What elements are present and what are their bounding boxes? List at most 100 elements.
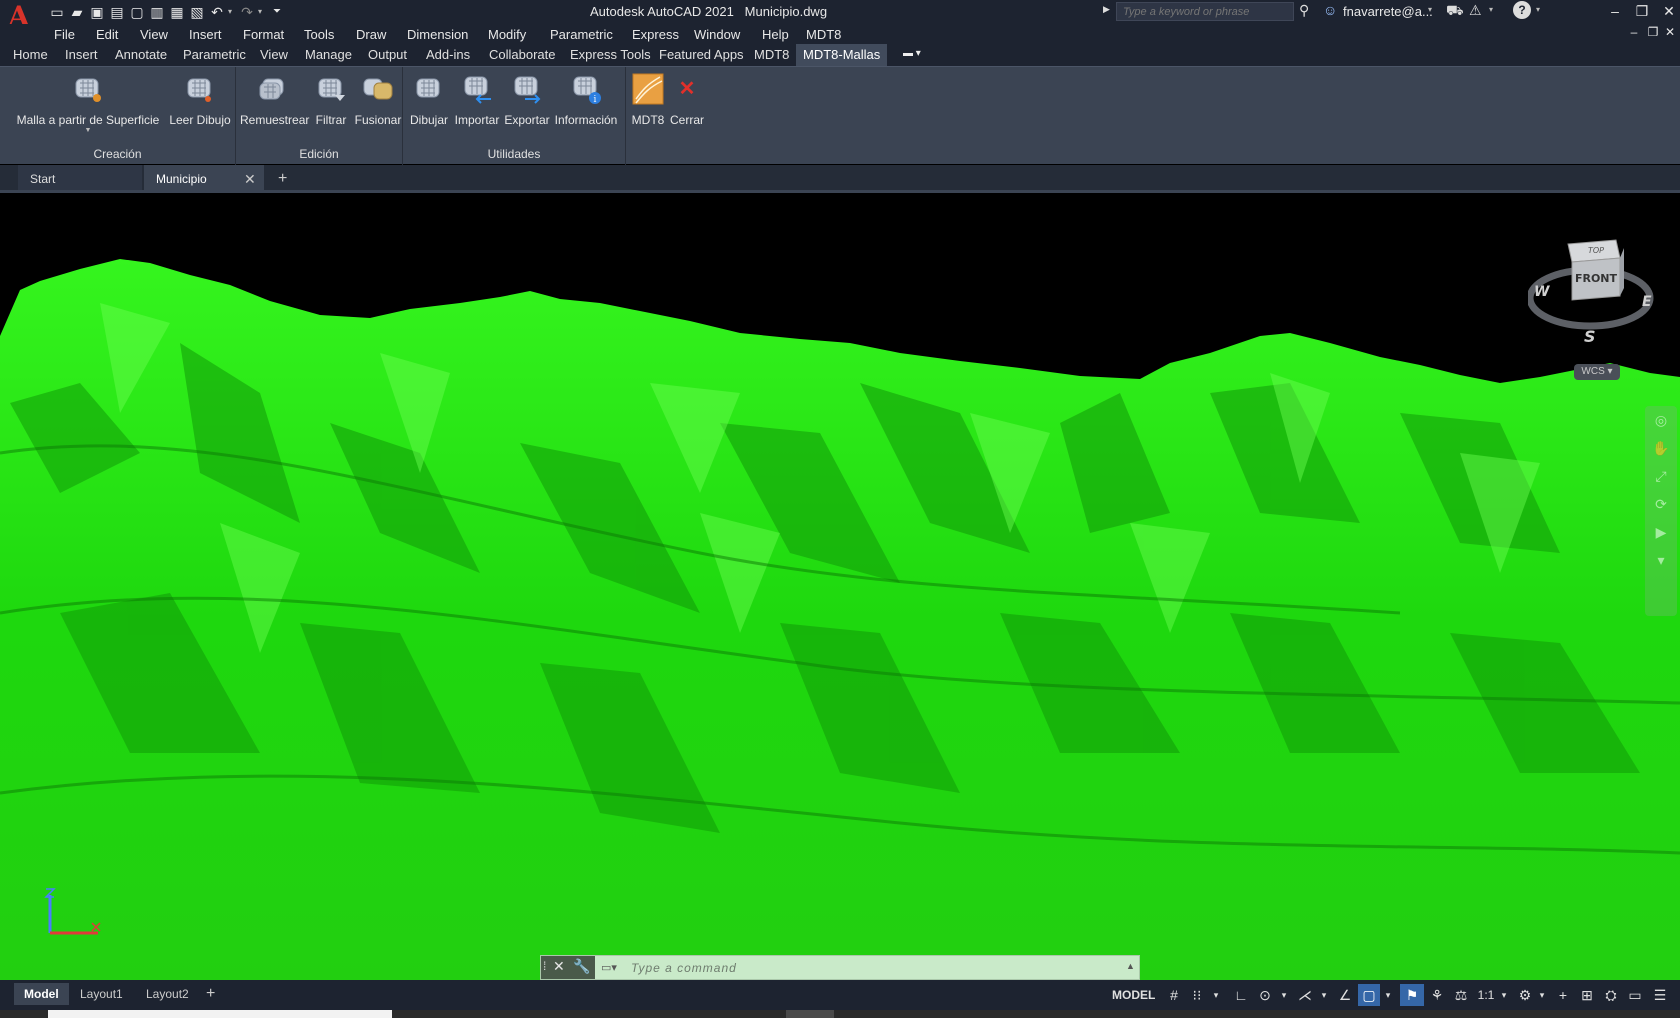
- close-tab-icon[interactable]: ✕: [244, 171, 256, 188]
- menu-draw[interactable]: Draw: [356, 27, 386, 42]
- undo-dropdown-icon[interactable]: ▾: [228, 3, 236, 21]
- save-web-icon[interactable]: ▥: [148, 3, 166, 21]
- menu-tools[interactable]: Tools: [304, 27, 334, 42]
- grid-icon[interactable]: #: [1164, 984, 1184, 1006]
- command-expand-icon[interactable]: ▲: [1126, 961, 1135, 971]
- tab-parametric[interactable]: Parametric: [176, 44, 253, 66]
- orbit-icon[interactable]: ⟳: [1645, 490, 1677, 518]
- open-web-icon[interactable]: ▢: [128, 3, 146, 21]
- add-layout-icon[interactable]: +: [206, 983, 215, 1005]
- graphics-performance-icon[interactable]: ⛭: [1600, 984, 1622, 1006]
- zoom-extents-icon[interactable]: ⤢: [1645, 462, 1677, 490]
- tab-annotate[interactable]: Annotate: [108, 44, 174, 66]
- os-taskbar-search[interactable]: [48, 1010, 392, 1018]
- workspace-gear-icon[interactable]: ⚙: [1514, 984, 1536, 1006]
- open-folder-icon[interactable]: ▰: [68, 3, 86, 21]
- isolate-objects-icon[interactable]: ⊞: [1576, 984, 1598, 1006]
- snap-icon[interactable]: ⁝⁝: [1186, 984, 1208, 1006]
- tab-insert[interactable]: Insert: [58, 44, 105, 66]
- menu-parametric[interactable]: Parametric: [550, 27, 613, 42]
- help-dropdown-icon[interactable]: ▾: [1536, 5, 1540, 14]
- ribbon-minimize-icon[interactable]: ▬ ▾: [903, 48, 929, 62]
- dibujar-button[interactable]: Dibujar: [407, 73, 451, 127]
- new-tab-icon[interactable]: +: [278, 170, 287, 188]
- annotation-monitor-icon[interactable]: +: [1552, 984, 1574, 1006]
- clean-screen-icon[interactable]: ▭: [1624, 984, 1646, 1006]
- object-snap-dropdown-icon[interactable]: ▾: [1382, 984, 1394, 1006]
- customize-qat-icon[interactable]: ⏷: [268, 3, 286, 21]
- showmotion-icon[interactable]: ▶: [1645, 518, 1677, 546]
- panel-title-utilidades[interactable]: Utilidades: [403, 147, 625, 161]
- model-space-toggle[interactable]: MODEL: [1112, 984, 1155, 1006]
- exportar-button[interactable]: Exportar: [503, 73, 551, 127]
- print-icon[interactable]: ▧: [188, 3, 206, 21]
- customization-menu-icon[interactable]: ☰: [1648, 984, 1672, 1006]
- grip-icon[interactable]: ⁞: [543, 959, 546, 973]
- wcs-menu[interactable]: WCS ▾: [1574, 364, 1620, 380]
- mdt8-button[interactable]: MDT8: [628, 73, 668, 127]
- tab-mdt8-mallas[interactable]: MDT8-Mallas: [796, 44, 888, 66]
- layout-tab-model[interactable]: Model: [14, 983, 69, 1005]
- user-dropdown-icon[interactable]: ▾: [1428, 5, 1432, 14]
- snap-dropdown-icon[interactable]: ▾: [1210, 984, 1222, 1006]
- command-line-handle[interactable]: ⁞ ✕ 🔧: [541, 956, 595, 979]
- doc-minimize-icon[interactable]: –: [1626, 24, 1642, 40]
- save-as-icon[interactable]: ▤: [108, 3, 126, 21]
- tab-add-ins[interactable]: Add-ins: [419, 44, 477, 66]
- layout-tab-layout2[interactable]: Layout2: [136, 983, 199, 1005]
- menu-insert[interactable]: Insert: [189, 27, 222, 42]
- isodraft-dropdown-icon[interactable]: ▾: [1318, 984, 1330, 1006]
- compass-west-label[interactable]: W: [1534, 284, 1550, 300]
- user-name[interactable]: fnavarrete@a...: [1343, 4, 1433, 19]
- menu-help[interactable]: Help: [762, 27, 789, 42]
- plot-icon[interactable]: ▦: [168, 3, 186, 21]
- importar-button[interactable]: Importar: [453, 73, 501, 127]
- scale-value[interactable]: 1:1: [1474, 984, 1498, 1006]
- menu-modify[interactable]: Modify: [488, 27, 526, 42]
- search-expand-icon[interactable]: ▶: [1103, 4, 1110, 15]
- cart-icon[interactable]: ⛟: [1446, 2, 1464, 21]
- filtrar-button[interactable]: Filtrar: [310, 73, 352, 127]
- workspace-dropdown-icon[interactable]: ▾: [1536, 984, 1548, 1006]
- tab-featured-apps[interactable]: Featured Apps: [652, 44, 751, 66]
- object-snap-tracking-icon[interactable]: ∠: [1334, 984, 1356, 1006]
- viewcube-front-label[interactable]: FRONT: [1575, 272, 1618, 285]
- tab-manage[interactable]: Manage: [298, 44, 359, 66]
- compass-south-label[interactable]: S: [1584, 327, 1596, 346]
- minimize-icon[interactable]: –: [1605, 1, 1625, 21]
- doc-restore-icon[interactable]: ❐: [1645, 24, 1661, 40]
- menu-view[interactable]: View: [140, 27, 168, 42]
- tab-output[interactable]: Output: [361, 44, 414, 66]
- user-icon[interactable]: ☺: [1323, 2, 1337, 18]
- redo-dropdown-icon[interactable]: ▾: [258, 3, 266, 21]
- autodesk-app-icon[interactable]: ⚠: [1469, 2, 1482, 19]
- command-close-icon[interactable]: ✕: [553, 958, 565, 975]
- tab-home[interactable]: Home: [6, 44, 55, 66]
- panel-title-edicion[interactable]: Edición: [236, 147, 402, 161]
- viewcube-top-label[interactable]: TOP: [1588, 246, 1604, 255]
- chevron-down-icon[interactable]: ▼: [14, 127, 162, 134]
- polar-icon[interactable]: ⊙: [1254, 984, 1276, 1006]
- tab-view[interactable]: View: [253, 44, 295, 66]
- auto-scale-icon[interactable]: ⚘: [1426, 984, 1448, 1006]
- menu-mdt8[interactable]: MDT8: [806, 27, 841, 42]
- undo-icon[interactable]: ↶: [208, 3, 226, 21]
- isodraft-icon[interactable]: ⋌: [1294, 984, 1316, 1006]
- panel-title-creacion[interactable]: Creación: [0, 147, 235, 161]
- autodesk-app-dropdown-icon[interactable]: ▾: [1489, 5, 1493, 14]
- menu-express[interactable]: Express: [632, 27, 679, 42]
- malla-superficie-button[interactable]: Malla a partir de Superficie ▼: [14, 73, 162, 134]
- os-taskbar-app[interactable]: [786, 1010, 834, 1018]
- compass-east-label[interactable]: E: [1642, 294, 1652, 310]
- menu-edit[interactable]: Edit: [96, 27, 118, 42]
- layout-tab-layout1[interactable]: Layout1: [70, 983, 133, 1005]
- search-input[interactable]: [1116, 2, 1294, 21]
- scale-dropdown-icon[interactable]: ▾: [1498, 984, 1510, 1006]
- tab-start[interactable]: Start: [18, 165, 142, 193]
- tab-express-tools[interactable]: Express Tools: [563, 44, 658, 66]
- tab-mdt8[interactable]: MDT8: [747, 44, 796, 66]
- tab-collaborate[interactable]: Collaborate: [482, 44, 563, 66]
- help-icon[interactable]: ?: [1513, 1, 1531, 19]
- doc-close-icon[interactable]: ✕: [1662, 24, 1678, 40]
- command-input[interactable]: [631, 958, 1111, 977]
